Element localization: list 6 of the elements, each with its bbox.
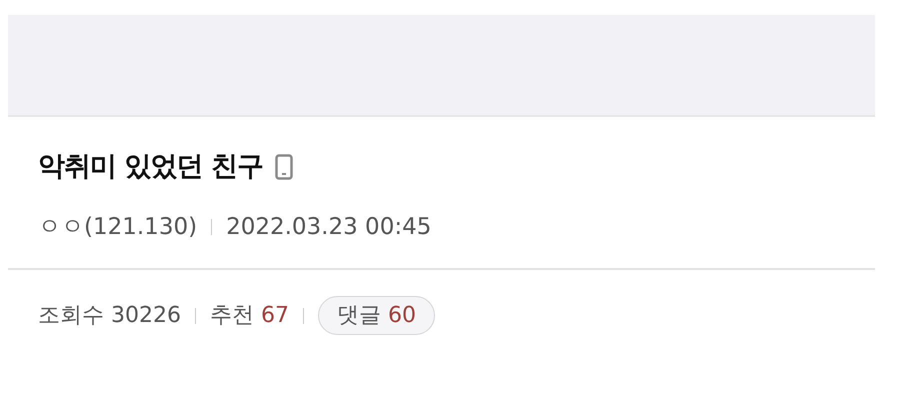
- comment-count-button[interactable]: 댓글 60: [318, 296, 435, 335]
- author-name: ㅇㅇ(121.130): [38, 212, 198, 242]
- post-title: 악취미 있었던 친구: [38, 150, 263, 184]
- post-date: 2022.03.23 00:45: [226, 212, 432, 242]
- view-count: 조회수 30226: [38, 302, 181, 330]
- recommend-count: 추천 67: [210, 302, 289, 330]
